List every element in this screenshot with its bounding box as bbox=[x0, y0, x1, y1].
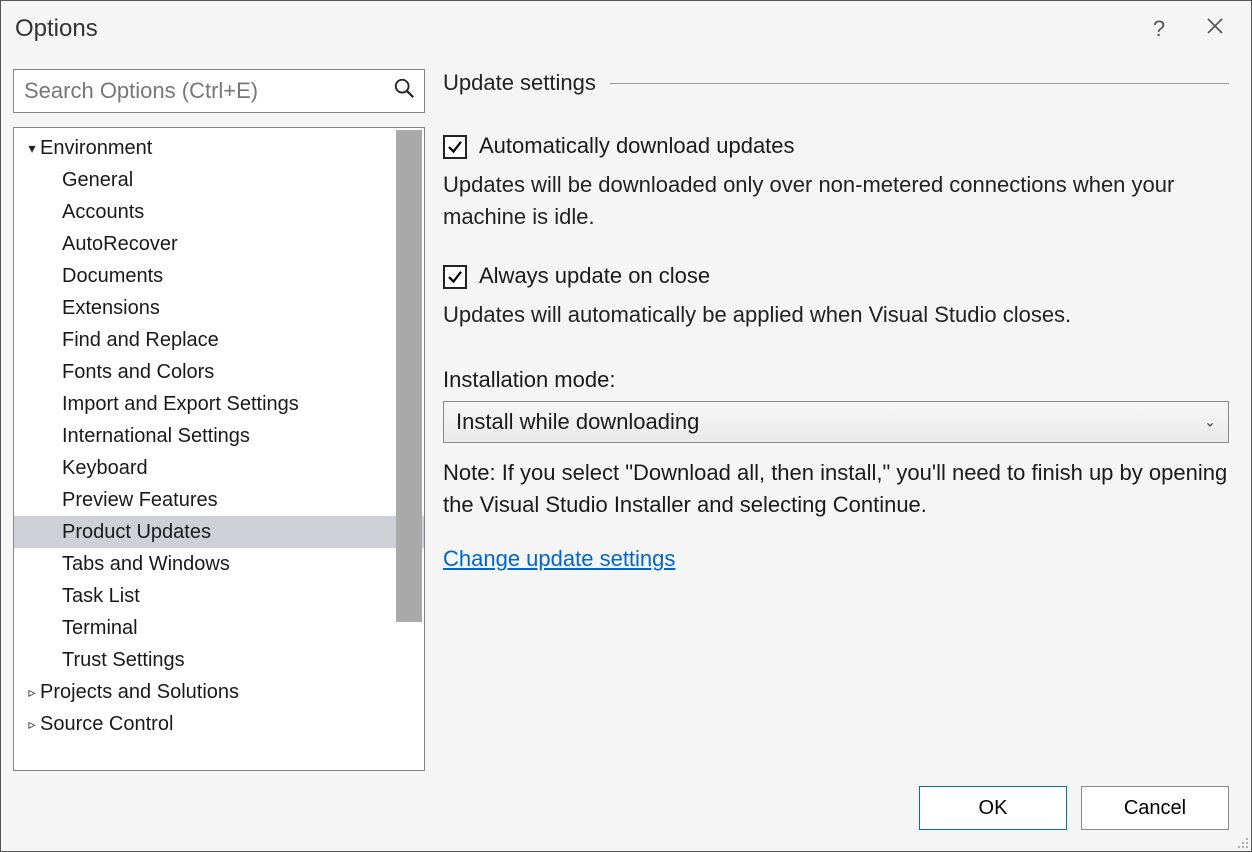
install-mode-select[interactable]: Install while downloading ⌄ bbox=[443, 401, 1229, 443]
titlebar: Options ? bbox=[1, 1, 1251, 57]
tree-item-extensions[interactable]: Extensions bbox=[14, 292, 424, 324]
close-icon bbox=[1205, 16, 1225, 42]
tree-item-product-updates[interactable]: Product Updates bbox=[14, 516, 424, 548]
install-mode-note: Note: If you select "Download all, then … bbox=[443, 457, 1229, 521]
tree-item-autorecover[interactable]: AutoRecover bbox=[14, 228, 424, 260]
tree-item-international-settings[interactable]: International Settings bbox=[14, 420, 424, 452]
chevron-down-icon: ▾ bbox=[24, 140, 40, 157]
tree-item-documents[interactable]: Documents bbox=[14, 260, 424, 292]
tree-group-label: Environment bbox=[40, 137, 152, 160]
close-button[interactable] bbox=[1193, 7, 1237, 51]
search-input[interactable] bbox=[13, 69, 425, 113]
tree-item-preview-features[interactable]: Preview Features bbox=[14, 484, 424, 516]
resize-grip-icon[interactable] bbox=[1231, 831, 1249, 849]
check-icon bbox=[446, 268, 464, 286]
auto-download-label: Automatically download updates bbox=[479, 133, 795, 159]
options-tree[interactable]: ▾ Environment General Accounts AutoRecov… bbox=[13, 127, 425, 771]
tree-item-keyboard[interactable]: Keyboard bbox=[14, 452, 424, 484]
install-mode-value: Install while downloading bbox=[456, 409, 699, 435]
update-on-close-label: Always update on close bbox=[479, 263, 710, 289]
help-button[interactable]: ? bbox=[1137, 7, 1181, 51]
tree-group-label: Projects and Solutions bbox=[40, 681, 239, 704]
window-title: Options bbox=[15, 15, 98, 43]
update-on-close-desc: Updates will automatically be applied wh… bbox=[443, 299, 1229, 331]
tree-item-tabs-and-windows[interactable]: Tabs and Windows bbox=[14, 548, 424, 580]
tree-item-import-export-settings[interactable]: Import and Export Settings bbox=[14, 388, 424, 420]
tree-item-trust-settings[interactable]: Trust Settings bbox=[14, 644, 424, 676]
settings-panel: Update settings Automatically download u… bbox=[443, 69, 1239, 771]
check-icon bbox=[446, 138, 464, 156]
section-title: Update settings bbox=[443, 70, 596, 96]
tree-item-task-list[interactable]: Task List bbox=[14, 580, 424, 612]
tree-item-terminal[interactable]: Terminal bbox=[14, 612, 424, 644]
search-wrap bbox=[13, 69, 425, 113]
tree-item-find-and-replace[interactable]: Find and Replace bbox=[14, 324, 424, 356]
auto-download-desc: Updates will be downloaded only over non… bbox=[443, 169, 1229, 233]
install-mode-label: Installation mode: bbox=[443, 367, 1229, 393]
tree-group-projects-and-solutions[interactable]: ▹ Projects and Solutions bbox=[14, 676, 424, 708]
ok-button[interactable]: OK bbox=[919, 786, 1067, 830]
tree-group-source-control[interactable]: ▹ Source Control bbox=[14, 708, 424, 740]
update-on-close-checkbox[interactable] bbox=[443, 265, 467, 289]
tree-group-label: Source Control bbox=[40, 713, 173, 736]
tree-group-environment[interactable]: ▾ Environment bbox=[14, 132, 424, 164]
options-dialog: Options ? ▾ bbox=[0, 0, 1252, 852]
tree-item-accounts[interactable]: Accounts bbox=[14, 196, 424, 228]
help-icon: ? bbox=[1153, 16, 1165, 42]
change-update-settings-link[interactable]: Change update settings bbox=[443, 546, 1229, 572]
chevron-right-icon: ▹ bbox=[24, 684, 40, 701]
chevron-down-icon: ⌄ bbox=[1204, 413, 1216, 430]
section-header: Update settings bbox=[443, 69, 1229, 97]
scrollbar-thumb[interactable] bbox=[396, 130, 422, 622]
section-rule bbox=[610, 83, 1229, 84]
auto-download-checkbox[interactable] bbox=[443, 135, 467, 159]
chevron-right-icon: ▹ bbox=[24, 716, 40, 733]
dialog-footer: OK Cancel bbox=[1, 775, 1251, 851]
cancel-button[interactable]: Cancel bbox=[1081, 786, 1229, 830]
tree-item-fonts-and-colors[interactable]: Fonts and Colors bbox=[14, 356, 424, 388]
tree-item-general[interactable]: General bbox=[14, 164, 424, 196]
